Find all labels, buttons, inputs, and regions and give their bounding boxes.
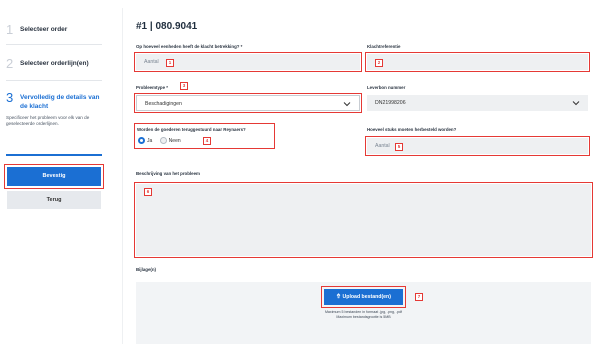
- step-description: Specificeer het probleem voor elk van de…: [6, 115, 90, 127]
- step-label: Vervolledig de details van de klacht: [20, 94, 100, 110]
- description-label: Beschrijving van het probleem: [136, 171, 200, 176]
- upload-note-size: Maximum bestandsgrootte is 5MB: [336, 315, 391, 319]
- annotation-badge: 2: [375, 59, 383, 67]
- highlight-frame: [321, 286, 406, 308]
- annotation-badge: 7: [415, 293, 423, 301]
- highlight-frame: [365, 52, 590, 72]
- return-goods-label: Worden de goederen teruggestuurd naar Re…: [137, 127, 246, 132]
- radio-no[interactable]: [159, 137, 167, 144]
- complaint-form: #1 | 080.9041 Op hoeveel eenheden heeft …: [122, 8, 601, 344]
- delivery-note-value: DN21998206: [375, 100, 406, 106]
- highlight-frame: [134, 93, 362, 113]
- annotation-badge: 4: [203, 137, 211, 145]
- step-number: 3: [6, 90, 14, 105]
- annotation-badge: 1: [166, 59, 174, 67]
- step-divider: [6, 44, 102, 45]
- reference-label: Klachtreferentie: [367, 44, 401, 49]
- step-label: Selecteer orderlijn(en): [20, 60, 89, 67]
- attachments-label: Bijlage(n): [136, 267, 157, 272]
- step-number: 2: [6, 56, 14, 71]
- wizard-sidebar: 1 Selecteer order 2 Selecteer orderlijn(…: [0, 0, 115, 344]
- rebill-label: Hoeveel stuks moeten herbesteld worden?: [367, 127, 457, 132]
- chevron-down-icon: [572, 101, 580, 106]
- highlight-frame: [134, 182, 593, 258]
- step-divider: [6, 80, 102, 81]
- annotation-badge: 3: [180, 82, 188, 90]
- back-button[interactable]: Terug: [7, 191, 101, 209]
- radio-yes-label: Ja: [147, 137, 153, 144]
- annotation-badge: 6: [144, 188, 152, 196]
- page-title: #1 | 080.9041: [136, 21, 198, 32]
- radio-no-label: Neen: [168, 137, 181, 144]
- annotation-badge: 5: [395, 143, 403, 151]
- return-radio-group: Ja Neen: [138, 137, 181, 144]
- upload-note-formats: Maximum 5 bestanden in formaat .jpg, .pn…: [324, 310, 403, 314]
- radio-yes[interactable]: [138, 137, 145, 144]
- units-label: Op hoeveel eenheden heeft de klacht betr…: [136, 44, 243, 49]
- confirm-button[interactable]: Bevestig: [7, 167, 101, 186]
- step-divider-active: [6, 154, 102, 156]
- delivery-note-label: Leverbon nummer: [367, 85, 406, 90]
- problem-type-label: Probleemtype *: [136, 85, 168, 90]
- delivery-note-select[interactable]: DN21998206: [367, 95, 588, 111]
- step-number: 1: [6, 22, 14, 37]
- step-label: Selecteer order: [20, 26, 68, 33]
